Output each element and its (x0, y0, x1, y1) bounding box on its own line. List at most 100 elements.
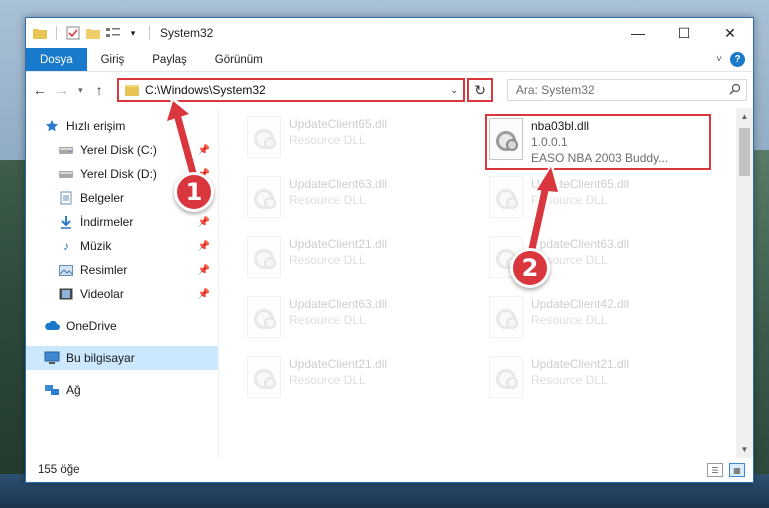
file-tile[interactable]: UpdateClient21.dll Resource DLL (247, 354, 467, 412)
view-options-icon[interactable] (105, 25, 121, 41)
refresh-icon: ↻ (474, 81, 486, 98)
file-name: UpdateClient63.dll (531, 237, 630, 251)
address-path[interactable]: C:\Windows\System32 (145, 83, 445, 97)
sidebar-item-label: Resimler (80, 263, 128, 277)
navigation-pane: Hızlı erişim Yerel Disk (C:) 📌 Yerel Dis… (26, 108, 219, 458)
file-tile[interactable]: UpdateClient65.dll Resource DLL (489, 174, 709, 232)
details-view-icon[interactable]: ☰ (707, 463, 723, 477)
sidebar-item-pictures[interactable]: Resimler 📌 (26, 258, 218, 282)
new-folder-icon[interactable] (85, 25, 101, 41)
item-count: 155 öğe (38, 464, 80, 476)
dll-file-icon (489, 176, 523, 218)
step-badge-2: 2 (510, 248, 550, 288)
sidebar-item-label: Yerel Disk (D:) (80, 167, 157, 181)
file-tile[interactable]: UpdateClient63.dll Resource DLL (247, 294, 467, 352)
forward-button[interactable]: → (54, 82, 70, 98)
sidebar-item-downloads[interactable]: İndirmeler 📌 (26, 210, 218, 234)
window-controls: — ☐ ✕ (615, 18, 753, 48)
pin-icon[interactable]: 📌 (198, 145, 210, 156)
highlight-box-file (485, 114, 711, 170)
file-type: Resource DLL (531, 313, 608, 327)
file-name: UpdateClient21.dll (289, 237, 388, 251)
file-name: UpdateClient65.dll (289, 117, 388, 131)
search-input[interactable]: Ara: System32 (506, 79, 747, 101)
up-button[interactable]: ↑ (91, 82, 107, 98)
scrollbar-thumb[interactable] (739, 128, 750, 176)
star-icon (44, 118, 60, 134)
scroll-down-icon[interactable]: ▼ (736, 441, 753, 458)
customize-toolbar-icon[interactable]: ▾ (125, 25, 141, 41)
file-tile[interactable]: UpdateClient63.dll Resource DLL (247, 174, 467, 232)
file-tile[interactable]: UpdateClient65.dll Resource DLL (247, 114, 467, 172)
sidebar-item-videos[interactable]: Videolar 📌 (26, 282, 218, 306)
divider (56, 26, 57, 40)
documents-icon (58, 190, 74, 206)
sidebar-item-label: Müzik (80, 239, 112, 253)
pin-icon[interactable]: 📌 (198, 217, 210, 228)
file-type: Resource DLL (289, 133, 366, 147)
computer-icon (44, 350, 60, 366)
recent-locations-button[interactable]: ▾ (75, 82, 85, 98)
file-type: Resource DLL (289, 373, 366, 387)
sidebar-item-music[interactable]: ♪ Müzik 📌 (26, 234, 218, 258)
file-type: Resource DLL (531, 373, 608, 387)
pin-icon[interactable]: 📌 (198, 289, 210, 300)
pin-icon[interactable]: 📌 (198, 265, 210, 276)
properties-icon[interactable] (65, 25, 81, 41)
file-type: Resource DLL (289, 253, 366, 267)
file-name: UpdateClient63.dll (289, 297, 388, 311)
close-button[interactable]: ✕ (707, 18, 753, 48)
file-type: Resource DLL (289, 193, 366, 207)
pin-icon[interactable]: 📌 (198, 241, 210, 252)
sidebar-item-drive-c[interactable]: Yerel Disk (C:) 📌 (26, 138, 218, 162)
videos-icon (58, 286, 74, 302)
file-tile[interactable]: UpdateClient21.dll Resource DLL (247, 234, 467, 292)
sidebar-item-quick-access[interactable]: Hızlı erişim (26, 114, 218, 138)
refresh-button[interactable]: ↻ (467, 78, 493, 102)
sidebar-item-onedrive[interactable]: OneDrive (26, 314, 218, 338)
large-icons-view-icon[interactable]: ▦ (729, 463, 745, 477)
folder-icon (125, 84, 140, 96)
pictures-icon (58, 262, 74, 278)
view-switcher: ☰ ▦ (707, 463, 745, 477)
tab-file[interactable]: Dosya (26, 48, 87, 71)
dll-file-icon (247, 176, 281, 218)
tab-view[interactable]: Görünüm (201, 48, 277, 71)
content-area: Hızlı erişim Yerel Disk (C:) 📌 Yerel Dis… (26, 108, 753, 458)
chevron-down-icon[interactable]: ⌄ (445, 85, 463, 96)
cloud-icon (44, 318, 60, 334)
search-icon[interactable] (724, 83, 746, 98)
minimize-button[interactable]: — (615, 18, 661, 48)
title-bar: ▾ System32 — ☐ ✕ (26, 18, 753, 48)
file-tile[interactable]: UpdateClient21.dll Resource DLL (489, 354, 709, 412)
vertical-scrollbar[interactable]: ▲ ▼ (736, 108, 753, 458)
sidebar-item-label: Yerel Disk (C:) (80, 143, 157, 157)
back-button[interactable]: ← (32, 82, 48, 98)
folder-icon (32, 25, 48, 41)
file-name: UpdateClient42.dll (531, 297, 630, 311)
scroll-up-icon[interactable]: ▲ (736, 108, 753, 125)
tab-home[interactable]: Giriş (87, 48, 139, 71)
expand-ribbon-icon[interactable]: ˅ (716, 54, 722, 65)
sidebar-item-network[interactable]: Ağ (26, 378, 218, 402)
file-name: UpdateClient65.dll (531, 177, 630, 191)
sidebar-item-label: İndirmeler (80, 215, 134, 229)
drive-icon (58, 166, 74, 182)
tab-share[interactable]: Paylaş (138, 48, 201, 71)
dll-file-icon (489, 356, 523, 398)
address-bar[interactable]: C:\Windows\System32 ⌄ (117, 78, 466, 102)
status-bar: 155 öğe ☰ ▦ (26, 458, 753, 482)
file-type: Resource DLL (531, 193, 608, 207)
file-list: UpdateClient65.dll Resource DLL UpdateCli… (219, 108, 753, 458)
sidebar-item-label: Belgeler (80, 191, 125, 205)
ribbon-tabs: Dosya Giriş Paylaş Görünüm ˅ ? (26, 48, 753, 72)
file-tile[interactable]: UpdateClient42.dll Resource DLL (489, 294, 709, 352)
sidebar-item-this-pc[interactable]: Bu bilgisayar (26, 346, 218, 370)
file-name: UpdateClient21.dll (289, 357, 388, 371)
maximize-button[interactable]: ☐ (661, 18, 707, 48)
dll-file-icon (489, 296, 523, 338)
help-icon[interactable]: ? (730, 52, 745, 67)
